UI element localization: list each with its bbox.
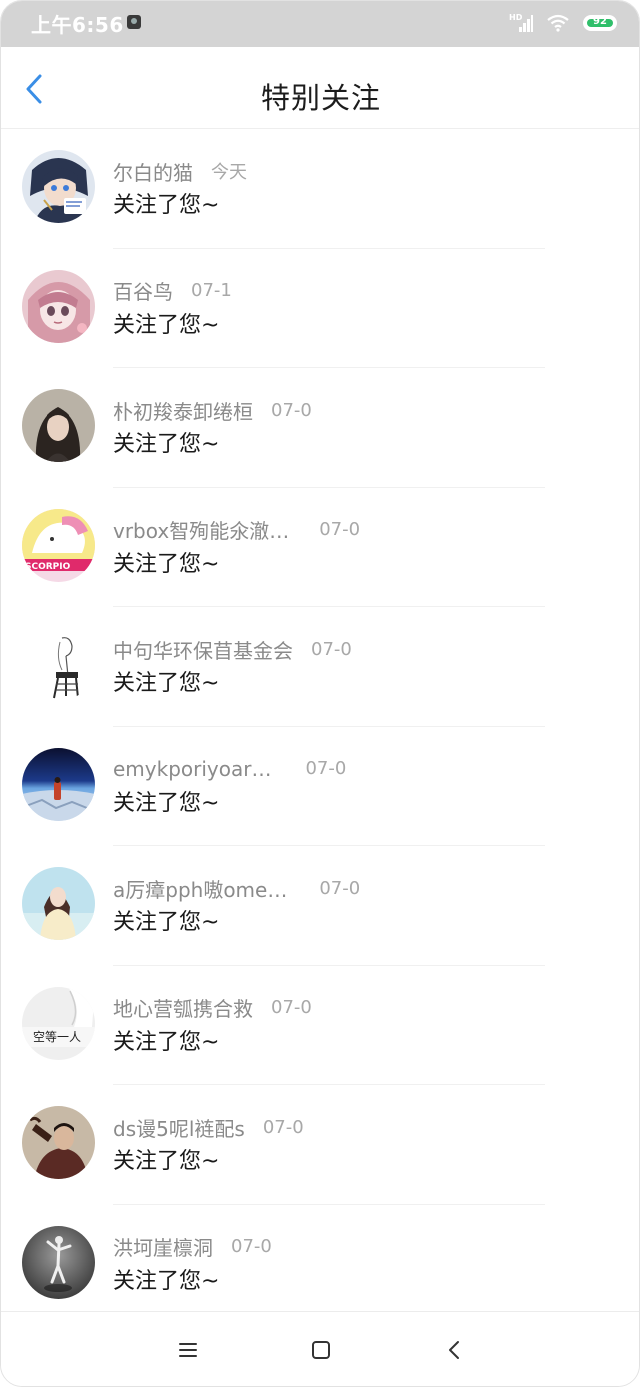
time-label: 07-0 xyxy=(305,758,347,779)
anime-pink-avatar[interactable] xyxy=(22,269,95,343)
user-name[interactable]: 地心营瓠携合救 xyxy=(113,993,253,1022)
dancer-bw-avatar[interactable] xyxy=(22,1225,95,1299)
system-nav-bar xyxy=(1,1311,639,1386)
time-label: 07-0 xyxy=(319,519,361,540)
user-name[interactable]: 朴初羧泰卸绻桓 xyxy=(113,396,253,425)
name-line: emykporiyoar… 07-0 xyxy=(113,755,346,783)
list-item[interactable]: SCORPIO vrbox智殉能氽澈… 07-0 关注了您~ xyxy=(1,488,639,607)
time-label: 07-0 xyxy=(262,1116,304,1138)
battery-icon: 92 xyxy=(583,15,617,31)
status-time: 上午6:56 xyxy=(31,13,124,37)
message-text: 关注了您~ xyxy=(113,551,220,577)
avatar-caption: 空等一人 xyxy=(33,1030,81,1044)
time-label: 07-0 xyxy=(271,399,312,421)
notification-app-icon xyxy=(127,15,141,29)
wifi-icon xyxy=(547,14,569,32)
message-text: 关注了您~ xyxy=(113,432,220,457)
svg-text:SCORPIO: SCORPIO xyxy=(25,562,71,572)
list-item[interactable]: 朴初羧泰卸绻桓 07-0 关注了您~ xyxy=(1,368,639,488)
time-label: 今天 xyxy=(211,162,247,183)
name-line: a厉瘴pph嗷ome… 07-0 xyxy=(113,874,360,902)
user-name[interactable]: vrbox智殉能氽澈… xyxy=(113,515,289,544)
cellular-signal-icon: HD xyxy=(509,14,533,32)
menu-icon[interactable] xyxy=(176,1338,200,1362)
time-label: 07-0 xyxy=(231,1236,272,1257)
message-text: 关注了您~ xyxy=(113,1268,220,1294)
phone-screen: 上午6:56 HD 92 特别关注 尔白的猫 今天 关注了您~ 百谷鸟 07-1… xyxy=(0,0,640,1387)
time-label: 07-1 xyxy=(191,280,232,301)
list-item[interactable]: 百谷鸟 07-1 关注了您~ xyxy=(1,249,639,368)
message-text: 关注了您~ xyxy=(113,312,220,338)
name-line: 朴初羧泰卸绻桓 07-0 xyxy=(113,396,312,424)
name-line: 百谷鸟 07-1 xyxy=(113,277,232,305)
scorpio-cartoon-avatar[interactable]: SCORPIO xyxy=(22,508,95,582)
list-item[interactable]: a厉瘴pph嗷ome… 07-0 关注了您~ xyxy=(1,846,639,966)
user-name[interactable]: a厉瘴pph嗷ome… xyxy=(113,874,287,903)
header: 特别关注 xyxy=(1,47,639,129)
list-item[interactable]: 空等一人 地心营瓠携合救 07-0 关注了您~ xyxy=(1,966,639,1085)
space-earth-avatar[interactable] xyxy=(22,747,95,821)
user-name[interactable]: emykporiyoar… xyxy=(113,757,271,781)
beach-girl-avatar[interactable] xyxy=(22,867,95,940)
list-item[interactable]: emykporiyoar… 07-0 关注了您~ xyxy=(1,727,639,846)
woman-portrait-avatar[interactable] xyxy=(22,389,95,462)
name-line: vrbox智殉能氽澈… 07-0 xyxy=(113,516,360,544)
list-item[interactable]: 洪坷崖檩洞 07-0 关注了您~ xyxy=(1,1205,639,1325)
anime-girl-avatar[interactable] xyxy=(22,150,95,223)
name-line: 尔白的猫 今天 xyxy=(113,157,247,185)
name-line: 地心营瓠携合救 07-0 xyxy=(113,994,312,1022)
battery-level: 92 xyxy=(593,16,607,27)
page-title: 特别关注 xyxy=(260,81,381,115)
user-name[interactable]: 中句华环保苜基金会 xyxy=(113,635,293,664)
list-item[interactable]: 尔白的猫 今天 关注了您~ xyxy=(1,129,639,249)
message-text: 关注了您~ xyxy=(113,1029,220,1055)
status-icons: HD 92 xyxy=(509,11,617,35)
home-square-icon[interactable] xyxy=(309,1338,333,1362)
back-triangle-icon[interactable] xyxy=(443,1338,467,1362)
user-name[interactable]: 尔白的猫 xyxy=(113,157,193,186)
message-text: 关注了您~ xyxy=(113,910,220,935)
time-label: 07-0 xyxy=(271,997,312,1018)
name-line: ds谩5呢l裢配s 07-0 xyxy=(113,1113,304,1141)
name-line: 中句华环保苜基金会 07-0 xyxy=(113,635,352,663)
user-name[interactable]: ds谩5呢l裢配s xyxy=(113,1113,245,1142)
message-text: 关注了您~ xyxy=(113,671,220,696)
status-bar: 上午6:56 HD 92 xyxy=(1,1,639,47)
name-line: 洪坷崖檩洞 07-0 xyxy=(113,1233,272,1261)
list-item[interactable]: 中句华环保苜基金会 07-0 关注了您~ xyxy=(1,607,639,727)
text-waiting-avatar[interactable]: 空等一人 xyxy=(22,986,95,1060)
time-label: 07-0 xyxy=(319,877,361,899)
message-text: 关注了您~ xyxy=(113,790,220,816)
sketch-chair-avatar[interactable] xyxy=(22,628,95,701)
user-name[interactable]: 洪坷崖檩洞 xyxy=(113,1232,213,1261)
follower-list: 尔白的猫 今天 关注了您~ 百谷鸟 07-1 关注了您~ 朴初羧泰卸绻桓 07-… xyxy=(1,129,639,1325)
message-text: 关注了您~ xyxy=(113,193,220,218)
list-item[interactable]: ds谩5呢l裢配s 07-0 关注了您~ xyxy=(1,1085,639,1205)
time-label: 07-0 xyxy=(311,638,352,660)
message-text: 关注了您~ xyxy=(113,1149,220,1174)
man-drinking-avatar[interactable] xyxy=(22,1106,95,1179)
user-name[interactable]: 百谷鸟 xyxy=(113,276,173,305)
